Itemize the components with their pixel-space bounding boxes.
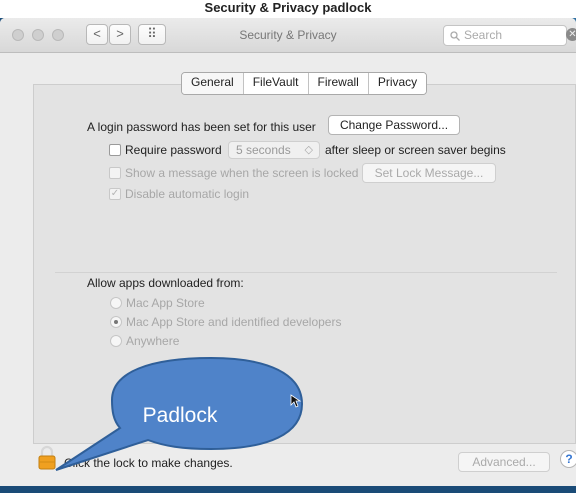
- security-privacy-window: < > ⠿ Security & Privacy Search ✕ Genera…: [0, 18, 576, 488]
- padlock-icon[interactable]: [38, 445, 56, 470]
- require-password-label: Require password: [125, 143, 222, 157]
- clear-search-icon[interactable]: ✕: [566, 28, 576, 41]
- desktop-background: [0, 486, 576, 493]
- tab-filevault[interactable]: FileVault: [243, 73, 309, 94]
- show-message-checkbox[interactable]: [109, 167, 121, 179]
- change-password-button[interactable]: Change Password...: [328, 115, 460, 135]
- tab-bar: General FileVault Firewall Privacy: [181, 72, 428, 95]
- radio-anywhere[interactable]: [110, 335, 122, 347]
- stepper-arrows-icon: ◇: [304, 144, 313, 156]
- after-sleep-text: after sleep or screen saver begins: [325, 143, 506, 157]
- general-panel: [33, 84, 576, 444]
- search-icon: [450, 31, 460, 41]
- set-lock-message-button[interactable]: Set Lock Message...: [362, 163, 496, 183]
- require-password-select[interactable]: 5 seconds ◇: [228, 141, 320, 159]
- radio-label-anywhere: Anywhere: [126, 334, 180, 348]
- search-placeholder: Search: [464, 28, 503, 42]
- advanced-button[interactable]: Advanced...: [458, 452, 550, 472]
- lock-message: Click the lock to make changes.: [64, 456, 233, 470]
- require-password-value: 5 seconds: [236, 143, 291, 157]
- cursor-icon: [290, 394, 302, 408]
- header-caption: Security & Privacy padlock: [0, 0, 576, 18]
- callout-label: Padlock: [142, 404, 218, 427]
- section-divider: [55, 272, 557, 273]
- search-field[interactable]: Search: [443, 25, 567, 46]
- radio-label-mac-app-store: Mac App Store: [126, 296, 205, 310]
- disable-auto-login-checkbox[interactable]: ✓: [109, 188, 121, 200]
- tab-privacy[interactable]: Privacy: [368, 73, 427, 94]
- require-password-checkbox[interactable]: [109, 144, 121, 156]
- radio-label-identified-developers: Mac App Store and identified developers: [126, 315, 342, 329]
- radio-mac-app-store[interactable]: [110, 297, 122, 309]
- disable-auto-login-label: Disable automatic login: [125, 187, 250, 201]
- allow-apps-heading: Allow apps downloaded from:: [87, 276, 244, 290]
- tab-firewall[interactable]: Firewall: [308, 73, 369, 94]
- titlebar: < > ⠿ Security & Privacy Search ✕: [0, 18, 576, 53]
- login-password-text: A login password has been set for this u…: [87, 120, 316, 134]
- help-icon[interactable]: ?: [560, 450, 576, 468]
- show-message-label: Show a message when the screen is locked: [125, 166, 359, 180]
- radio-identified-developers[interactable]: [110, 316, 122, 328]
- tab-general[interactable]: General: [182, 73, 244, 94]
